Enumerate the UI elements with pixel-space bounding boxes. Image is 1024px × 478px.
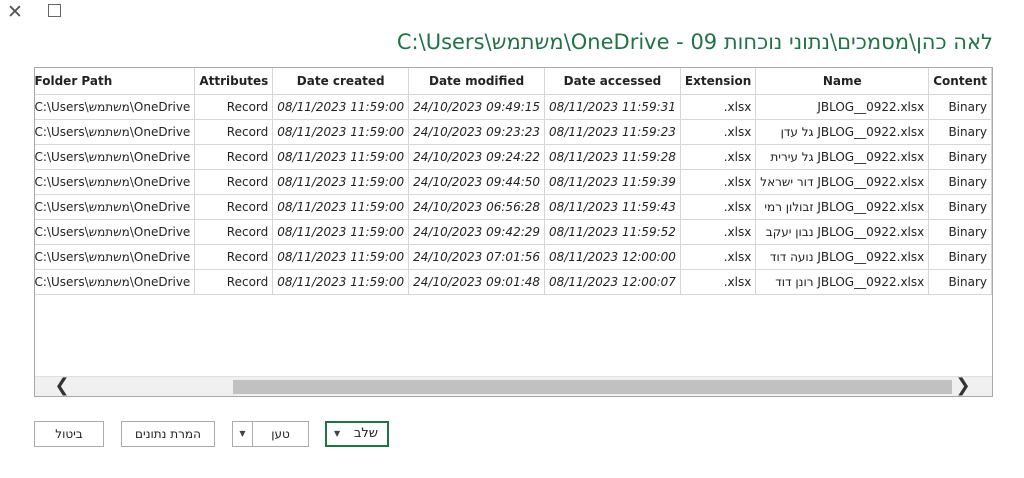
column-header-extension[interactable]: Extension <box>679 68 757 95</box>
cell-folder-path: C:\Users\משתמש\OneDrive <box>35 93 196 120</box>
cell-date-created: 08/11/2023 11:59:00 <box>272 168 410 195</box>
cell-attributes: Record <box>194 218 274 245</box>
cell-name: JBLOG__0922.xlsx <box>755 93 930 120</box>
column-header-content[interactable]: Content <box>928 68 992 95</box>
load-button-label: טען <box>271 427 290 441</box>
cell-content[interactable]: Binary <box>928 143 992 170</box>
cell-name: גל עירית JBLOG__0922.xlsx <box>755 143 930 170</box>
cell-date-accessed: 08/11/2023 11:59:43 <box>544 193 681 220</box>
cell-content[interactable]: Binary <box>928 93 992 120</box>
cell-attributes: Record <box>194 93 274 120</box>
cell-folder-path: C:\Users\משתמש\OneDrive <box>35 168 196 195</box>
combine-button-label: שלב <box>353 426 378 441</box>
cell-date-modified: 24/10/2023 09:24:22 <box>408 143 546 170</box>
maximize-icon[interactable] <box>48 4 61 17</box>
cell-date-modified: 24/10/2023 09:01:48 <box>408 268 546 295</box>
cell-name: רונן דוד JBLOG__0922.xlsx <box>755 268 930 295</box>
cell-folder-path: C:\Users\משתמש\OneDrive <box>35 268 196 295</box>
column-header-date-created[interactable]: Date created <box>272 68 410 95</box>
cell-date-accessed: 08/11/2023 11:59:39 <box>544 168 681 195</box>
cell-attributes: Record <box>194 168 274 195</box>
data-table: Folder Path Attributes Date created Date… <box>35 68 992 295</box>
cell-date-modified: 24/10/2023 09:44:50 <box>408 168 546 195</box>
cell-date-modified: 24/10/2023 06:56:28 <box>408 193 546 220</box>
load-dropdown-icon[interactable]: ▼ <box>233 422 253 446</box>
cell-extension: .xlsx <box>679 143 757 170</box>
cell-folder-path: C:\Users\משתמש\OneDrive <box>35 193 196 220</box>
cell-date-created: 08/11/2023 11:59:00 <box>272 143 410 170</box>
cell-date-created: 08/11/2023 11:59:00 <box>272 93 410 120</box>
column-header-name[interactable]: Name <box>755 68 930 95</box>
cell-date-created: 08/11/2023 11:59:00 <box>272 243 410 270</box>
close-icon[interactable]: ✕ <box>7 2 23 22</box>
table-row[interactable]: C:\Users\משתמש\OneDrive Record 08/11/2023 … <box>35 243 992 270</box>
scroll-left-icon[interactable]: ❮ <box>51 377 73 396</box>
cell-content[interactable]: Binary <box>928 268 992 295</box>
cell-date-modified: 24/10/2023 09:23:23 <box>408 118 546 145</box>
cell-name: נועה דוד JBLOG__0922.xlsx <box>755 243 930 270</box>
cell-extension: .xlsx <box>679 193 757 220</box>
cell-folder-path: C:\Users\משתמש\OneDrive <box>35 218 196 245</box>
cell-name: זבולון רמי JBLOG__0922.xlsx <box>755 193 930 220</box>
cell-extension: .xlsx <box>679 168 757 195</box>
cell-folder-path: C:\Users\משתמש\OneDrive <box>35 243 196 270</box>
cell-extension: .xlsx <box>679 243 757 270</box>
preview-grid[interactable]: Folder Path Attributes Date created Date… <box>34 67 993 397</box>
combine-button[interactable]: ▼ שלב <box>325 421 389 447</box>
cell-extension: .xlsx <box>679 93 757 120</box>
table-row[interactable]: C:\Users\משתמש\OneDrive Record 08/11/2023 … <box>35 218 992 245</box>
cell-attributes: Record <box>194 143 274 170</box>
cell-content[interactable]: Binary <box>928 243 992 270</box>
cell-date-created: 08/11/2023 11:59:00 <box>272 268 410 295</box>
cell-date-created: 08/11/2023 11:59:00 <box>272 118 410 145</box>
load-button[interactable]: ▼ טען <box>232 421 309 447</box>
window-title: C:\Users\משתמש\OneDrive - לאה כהן\מסמכים… <box>396 30 993 54</box>
combine-dropdown-icon[interactable]: ▼ <box>334 422 340 446</box>
cell-date-modified: 24/10/2023 07:01:56 <box>408 243 546 270</box>
column-header-attributes[interactable]: Attributes <box>194 68 274 95</box>
cell-date-accessed: 08/11/2023 11:59:28 <box>544 143 681 170</box>
cell-name: נבון יעקב JBLOG__0922.xlsx <box>755 218 930 245</box>
transform-data-button[interactable]: המרת נתונים <box>121 421 215 447</box>
cell-date-modified: 24/10/2023 09:42:29 <box>408 218 546 245</box>
cell-extension: .xlsx <box>679 118 757 145</box>
cell-folder-path: C:\Users\משתמש\OneDrive <box>35 118 196 145</box>
cell-date-accessed: 08/11/2023 11:59:31 <box>544 93 681 120</box>
cell-date-accessed: 08/11/2023 12:00:00 <box>544 243 681 270</box>
column-header-folder-path[interactable]: Folder Path <box>35 68 196 95</box>
scrollbar-thumb[interactable] <box>233 380 952 394</box>
header-row: Folder Path Attributes Date created Date… <box>35 68 992 95</box>
cell-attributes: Record <box>194 243 274 270</box>
table-row[interactable]: C:\Users\משתמש\OneDrive Record 08/11/2023 … <box>35 93 992 120</box>
cell-attributes: Record <box>194 268 274 295</box>
cell-name: דור ישראל JBLOG__0922.xlsx <box>755 168 930 195</box>
cell-extension: .xlsx <box>679 218 757 245</box>
cell-folder-path: C:\Users\משתמש\OneDrive <box>35 143 196 170</box>
cell-content[interactable]: Binary <box>928 193 992 220</box>
table-row[interactable]: C:\Users\משתמש\OneDrive Record 08/11/2023 … <box>35 168 992 195</box>
cell-date-modified: 24/10/2023 09:49:15 <box>408 93 546 120</box>
table-row[interactable]: C:\Users\משתמש\OneDrive Record 08/11/2023 … <box>35 268 992 295</box>
cell-attributes: Record <box>194 193 274 220</box>
cell-attributes: Record <box>194 118 274 145</box>
cell-date-accessed: 08/11/2023 11:59:23 <box>544 118 681 145</box>
cell-date-created: 08/11/2023 11:59:00 <box>272 218 410 245</box>
column-header-date-modified[interactable]: Date modified <box>408 68 546 95</box>
table-row[interactable]: C:\Users\משתמש\OneDrive Record 08/11/2023 … <box>35 118 992 145</box>
cancel-button[interactable]: ביטול <box>34 421 104 447</box>
table-row[interactable]: C:\Users\משתמש\OneDrive Record 08/11/2023 … <box>35 143 992 170</box>
column-header-date-accessed[interactable]: Date accessed <box>544 68 681 95</box>
horizontal-scrollbar[interactable]: ❮ ❯ <box>35 376 992 396</box>
cell-content[interactable]: Binary <box>928 168 992 195</box>
scroll-right-icon[interactable]: ❯ <box>952 377 974 396</box>
cell-date-created: 08/11/2023 11:59:00 <box>272 193 410 220</box>
cell-date-accessed: 08/11/2023 12:00:07 <box>544 268 681 295</box>
cell-name: גל עדן JBLOG__0922.xlsx <box>755 118 930 145</box>
cell-content[interactable]: Binary <box>928 118 992 145</box>
table-row[interactable]: C:\Users\משתמש\OneDrive Record 08/11/2023 … <box>35 193 992 220</box>
cell-extension: .xlsx <box>679 268 757 295</box>
cell-date-accessed: 08/11/2023 11:59:52 <box>544 218 681 245</box>
cell-content[interactable]: Binary <box>928 218 992 245</box>
